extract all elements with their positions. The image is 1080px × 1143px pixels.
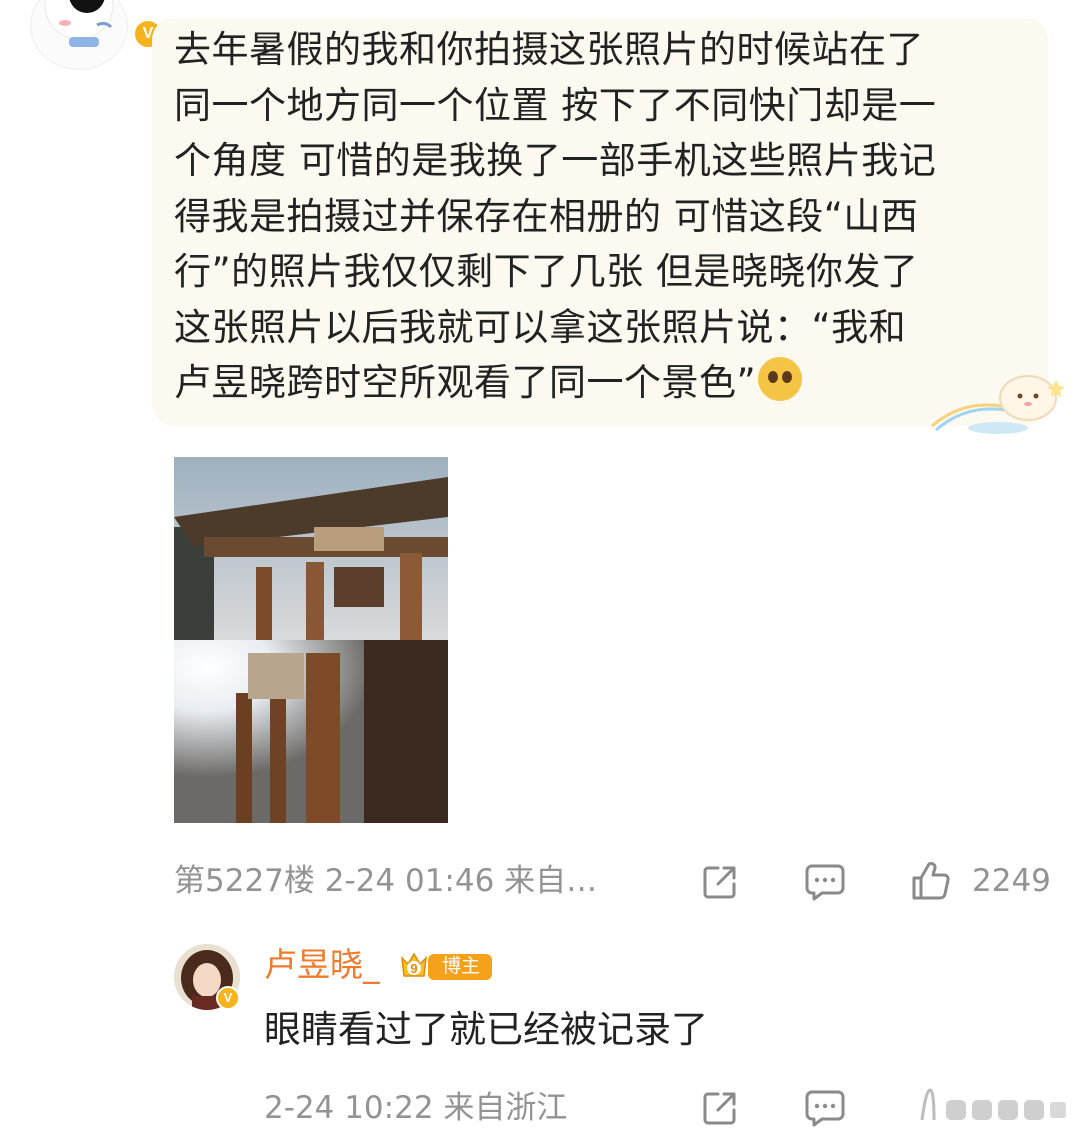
- pleading-face-emoji-icon: [758, 357, 803, 401]
- comment-text: 去年暑假的我和你拍摄这张照片的时候站在了 同一个地方同一个位置 按下了不同快门却是…: [174, 22, 1034, 411]
- reply-author-name[interactable]: 卢昱晓_: [264, 942, 380, 988]
- comment-icon[interactable]: [804, 1088, 846, 1128]
- like-thumb-icon[interactable]: [910, 860, 952, 902]
- comment-line: 卢昱晓跨时空所观看了同一个景色”: [174, 361, 757, 404]
- comment-line: 得我是拍摄过并保存在相册的 可惜这段“山西: [174, 194, 919, 238]
- share-icon[interactable]: [700, 1088, 740, 1128]
- cartoon-avatar-image: [30, 0, 128, 70]
- share-icon[interactable]: [700, 862, 740, 902]
- comment-line: 同一个地方同一个位置 按下了不同快门却是一: [174, 83, 937, 127]
- blogger-label: 博主: [442, 955, 481, 977]
- reply-source: 来自浙江: [443, 1090, 568, 1126]
- cloud-rainbow-decoration-icon: [931, 375, 1064, 434]
- reply-time: 2-24 10:22: [264, 1090, 434, 1126]
- reply-text: 眼睛看过了就已经被记录了: [264, 1008, 708, 1051]
- comment-line: 去年暑假的我和你拍摄这张照片的时候站在了: [174, 28, 924, 71]
- comment-icon[interactable]: [804, 862, 846, 902]
- like-count: 2249: [972, 863, 1051, 899]
- watermark-icon: [920, 1088, 1066, 1121]
- temple-photo-image: [174, 457, 448, 823]
- verified-badge-icon: V: [216, 986, 240, 1010]
- comment-line: 行”的照片我仅仅剩下了几张 但是晓晓你发了: [174, 250, 919, 293]
- commenter-avatar[interactable]: V: [30, 0, 164, 70]
- floor-number: 第5227楼: [174, 863, 315, 899]
- comment-source: 来自…: [504, 863, 598, 899]
- comment-time: 2-24 01:46: [324, 863, 495, 899]
- comment-line: 个角度 可惜的是我换了一部手机这些照片我记: [174, 139, 937, 182]
- comment-thread: V 去年暑假的我和你拍摄这张照片的时候站在了 同一个地方同一个位置 按下了不同快门…: [0, 0, 1080, 1143]
- comment-meta: 第5227楼 2-24 01:46 来自…: [174, 858, 597, 904]
- badge-level-number: 9: [410, 961, 417, 976]
- comment-photo[interactable]: [174, 457, 448, 823]
- reply-meta: 2-24 10:22 来自浙江: [264, 1085, 567, 1131]
- comment-line: 这张照片以后我就可以拿这张照片说：“我和: [174, 305, 907, 349]
